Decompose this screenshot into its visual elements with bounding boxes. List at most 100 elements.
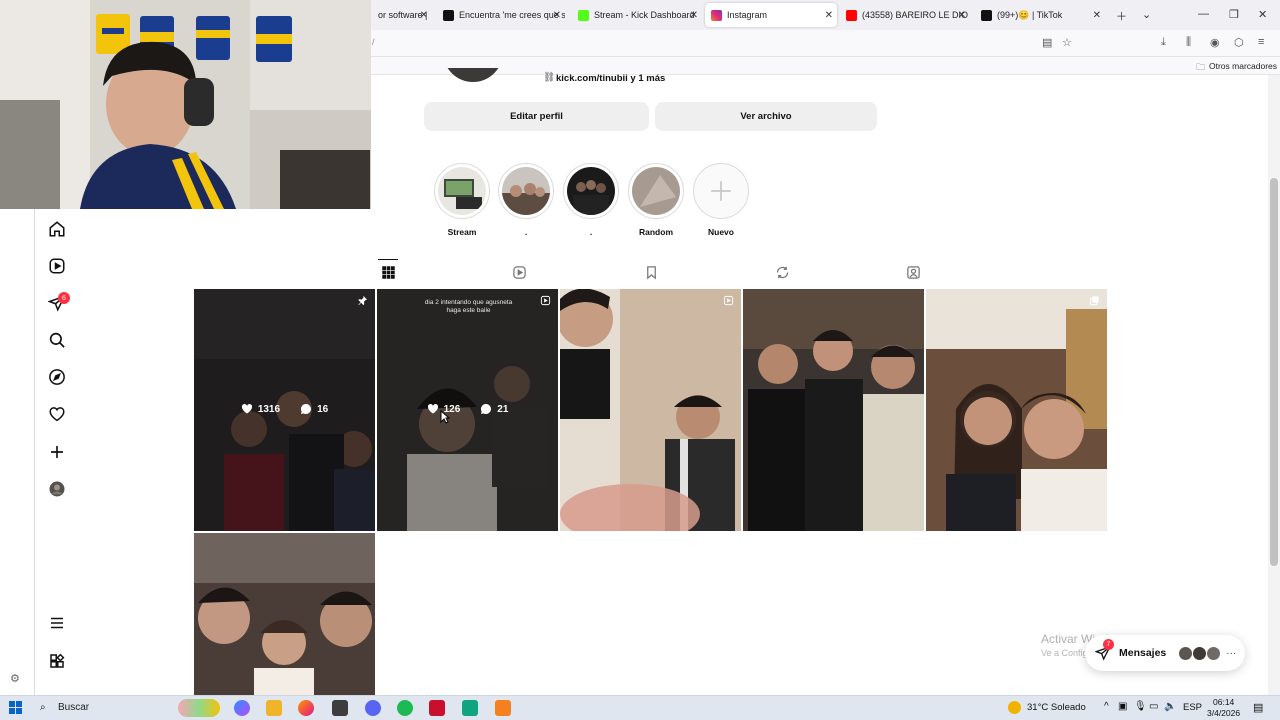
- highlight-stream[interactable]: Stream: [434, 163, 490, 237]
- heart-icon: [241, 404, 252, 414]
- windows-taskbar: ⌕ Buscar 31°C Soleado ^ ▣ 🎙 ▭ 🔈 ESP 06:1…: [0, 695, 1280, 720]
- reels-icon[interactable]: [46, 255, 68, 277]
- new-tab-icon[interactable]: ＋: [1116, 8, 1127, 24]
- voicemeeter-icon[interactable]: [429, 700, 445, 716]
- highlight-random[interactable]: Random: [628, 163, 684, 237]
- app-icon[interactable]: [462, 700, 478, 716]
- tray-app-icon[interactable]: ▣: [1118, 701, 1127, 712]
- windows-start-icon[interactable]: [9, 701, 22, 714]
- taskbar-search[interactable]: Buscar: [58, 702, 89, 713]
- menu-icon[interactable]: ≡: [1258, 36, 1264, 48]
- tab-saved-bookmark-icon[interactable]: [642, 263, 660, 281]
- tab-instagram[interactable]: Instagram ✕: [705, 3, 837, 27]
- file-explorer-icon[interactable]: [266, 700, 282, 716]
- scrollbar-thumb[interactable]: [1270, 178, 1278, 566]
- tab-youtube[interactable]: (43558) BAREIRO LE DIO U ✕: [840, 3, 970, 27]
- close-tab-icon[interactable]: ✕: [1093, 10, 1101, 21]
- post-tile[interactable]: [743, 289, 924, 531]
- notifications-badge: 6: [58, 292, 70, 304]
- webcam-feed: [0, 0, 371, 209]
- reel-icon: [540, 295, 551, 306]
- microphone-icon[interactable]: 🎙: [1134, 701, 1147, 712]
- clock-date[interactable]: 3/4/2026: [1207, 708, 1240, 718]
- extensions-icon[interactable]: ⬡: [1234, 36, 1244, 49]
- network-icon[interactable]: ▭: [1149, 701, 1158, 712]
- home-icon[interactable]: [46, 218, 68, 240]
- highlight-cover: [502, 167, 550, 215]
- avatar: [1206, 645, 1222, 661]
- highlight-dot-2[interactable]: .: [563, 163, 619, 237]
- tab-reposts-icon[interactable]: [773, 263, 791, 281]
- tab-posts-grid-icon[interactable]: [379, 263, 397, 281]
- more-menu-icon[interactable]: [46, 612, 68, 634]
- close-tab-icon[interactable]: ✕: [690, 10, 698, 21]
- app-icon[interactable]: [332, 700, 348, 716]
- url-field[interactable]: /: [372, 37, 375, 47]
- kick-favicon-icon: [578, 9, 589, 21]
- search-icon[interactable]: [46, 329, 68, 351]
- firefox-icon[interactable]: [298, 700, 314, 716]
- close-tab-icon[interactable]: ✕: [420, 10, 428, 21]
- reader-icon[interactable]: ▤: [1042, 36, 1052, 49]
- downloads-icon[interactable]: ⤓: [1161, 36, 1166, 49]
- close-tab-icon[interactable]: ✕: [553, 10, 561, 21]
- settings-gear-icon[interactable]: ⚙: [10, 672, 20, 685]
- webcam-overlay: [0, 0, 371, 209]
- language-indicator[interactable]: ESP: [1183, 702, 1202, 713]
- highlight-label: .: [589, 227, 593, 237]
- post-overlay-caption: dia 2 intentando que agusneta haga este …: [424, 299, 513, 315]
- account-icon[interactable]: ◉: [1210, 36, 1220, 49]
- tab-tagged-icon[interactable]: [904, 263, 922, 281]
- also-from-meta-icon[interactable]: [46, 650, 68, 672]
- app-icon[interactable]: [495, 700, 511, 716]
- tiktok-favicon-icon: [443, 9, 454, 21]
- post-tile[interactable]: [926, 289, 1107, 531]
- profile-avatar[interactable]: [46, 478, 68, 500]
- tab-software[interactable]: or software | ✕: [372, 3, 432, 27]
- mouse-cursor-icon: [440, 410, 450, 424]
- messenger-icon: 7: [1094, 639, 1114, 661]
- edit-profile-button[interactable]: Editar perfil: [424, 102, 649, 131]
- post-tile[interactable]: [560, 289, 741, 531]
- taskbar-search-icon: ⌕: [40, 702, 46, 713]
- heart-notifications-icon[interactable]: [46, 403, 68, 425]
- list-tabs-icon[interactable]: ⌄: [1142, 8, 1151, 21]
- highlight-cover: [632, 167, 680, 215]
- tab-tiktok[interactable]: (99+)😊 | TikTok ✕: [975, 3, 1105, 27]
- close-tab-icon[interactable]: ✕: [958, 10, 966, 21]
- tab-encuentra[interactable]: Encuentra 'me crees que sc ✕: [437, 3, 565, 27]
- tab-reels-icon[interactable]: [510, 263, 528, 281]
- create-plus-icon[interactable]: [46, 441, 68, 463]
- highlight-new-button[interactable]: Nuevo: [693, 163, 749, 237]
- reel-icon: [723, 295, 734, 306]
- highlight-dot-1[interactable]: .: [498, 163, 554, 237]
- messages-pill[interactable]: 7 Mensajes ···: [1085, 635, 1245, 671]
- library-icon[interactable]: ⫼: [1186, 36, 1191, 49]
- notification-center-icon[interactable]: ▤: [1253, 701, 1263, 714]
- maximize-icon[interactable]: ❐: [1229, 8, 1239, 21]
- other-bookmarks[interactable]: Otros marcadores: [1209, 61, 1277, 71]
- tab-kick-dashboard[interactable]: Stream - Kick Dashboard ✕: [572, 3, 702, 27]
- copilot-icon[interactable]: [234, 700, 250, 716]
- close-tab-icon[interactable]: ✕: [825, 10, 833, 21]
- volume-icon[interactable]: 🔈: [1164, 701, 1176, 712]
- highlight-label: .: [524, 227, 528, 237]
- close-window-icon[interactable]: ✕: [1258, 8, 1267, 21]
- explore-compass-icon[interactable]: [46, 366, 68, 388]
- post-tile[interactable]: [194, 533, 375, 695]
- weather-text[interactable]: 31°C Soleado: [1027, 702, 1086, 713]
- highlight-label: Nuevo: [708, 227, 734, 237]
- minimize-icon[interactable]: —: [1198, 8, 1209, 20]
- instagram-left-nav: [0, 209, 34, 695]
- folder-icon: 🗀: [1196, 62, 1206, 72]
- view-archive-button[interactable]: Ver archivo: [655, 102, 877, 131]
- spotify-icon[interactable]: [397, 700, 413, 716]
- bookmark-star-icon[interactable]: ☆: [1062, 36, 1072, 49]
- widget-icon[interactable]: [178, 699, 220, 717]
- show-hidden-icons-icon[interactable]: ^: [1104, 701, 1109, 712]
- profile-picture[interactable]: [443, 68, 503, 82]
- more-options-icon[interactable]: ···: [1226, 648, 1236, 659]
- profile-link[interactable]: kick.com/tinubii y 1 más: [556, 73, 665, 84]
- clock-time[interactable]: 06:14: [1213, 697, 1234, 707]
- discord-icon[interactable]: [365, 700, 381, 716]
